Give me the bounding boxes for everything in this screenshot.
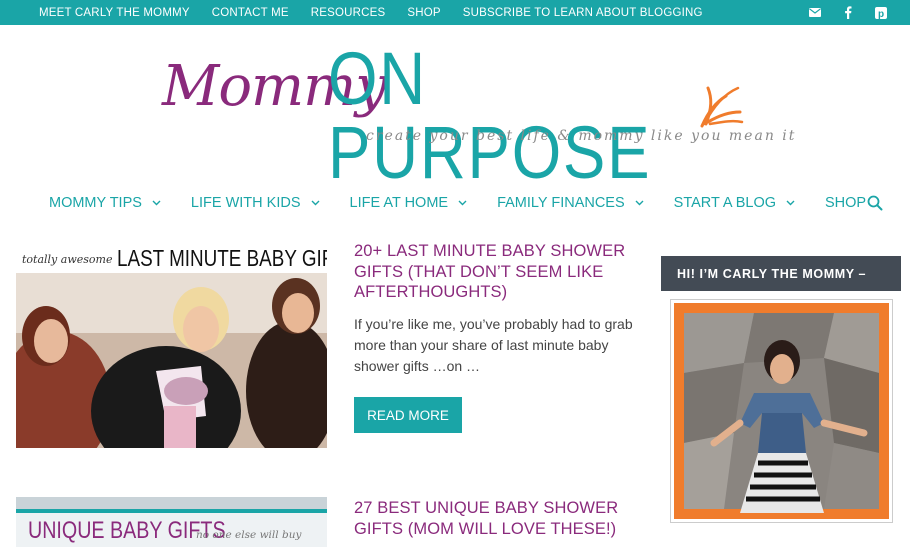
- post-thumbnail[interactable]: totally awesome LAST MINUTE BABY GIFTS: [16, 241, 327, 448]
- chevron-down-icon: [311, 200, 320, 206]
- post-title[interactable]: 20+ LAST MINUTE BABY SHOWER GIFTS (THAT …: [354, 241, 644, 303]
- top-nav-meet-carly[interactable]: MEET CARLY THE MOMMY: [39, 7, 190, 19]
- top-nav: MEET CARLY THE MOMMY CONTACT ME RESOURCE…: [39, 0, 703, 25]
- logo-main-text: ON PURPOSE: [328, 37, 652, 194]
- logo-tagline: create your best life & mommy like you m…: [366, 128, 797, 144]
- nav-label: LIFE WITH KIDS: [190, 195, 301, 211]
- nav-shop[interactable]: SHOP: [825, 195, 866, 211]
- post-thumbnail[interactable]: UNIQUE BABY GIFTS no one else will buy: [16, 497, 327, 547]
- social-links: p: [808, 0, 888, 25]
- nav-label: FAMILY FINANCES: [497, 195, 625, 211]
- post-thumbnail-art: [16, 241, 327, 448]
- pinterest-icon[interactable]: p: [874, 6, 888, 20]
- nav-life-at-home[interactable]: LIFE AT HOME: [350, 195, 468, 211]
- nav-label: LIFE AT HOME: [349, 195, 449, 211]
- post-title[interactable]: 27 BEST UNIQUE BABY SHOWER GIFTS (MOM WI…: [354, 498, 644, 539]
- top-nav-contact[interactable]: CONTACT ME: [212, 7, 289, 19]
- nav-label: MOMMY TIPS: [49, 195, 142, 211]
- top-nav-resources[interactable]: RESOURCES: [311, 7, 386, 19]
- chevron-down-icon: [635, 200, 644, 206]
- thumbnail-big-text: LAST MINUTE BABY GIFTS: [117, 245, 327, 271]
- svg-text:p: p: [878, 9, 884, 19]
- site-logo[interactable]: Mommy ON PURPOSE create your best life &…: [158, 42, 794, 190]
- read-more-button[interactable]: READ MORE: [354, 397, 462, 433]
- chevron-down-icon: [786, 200, 795, 206]
- leaf-accent-icon: [700, 86, 744, 128]
- author-photo[interactable]: [670, 299, 893, 523]
- top-nav-shop[interactable]: SHOP: [407, 7, 440, 19]
- email-icon[interactable]: [808, 6, 822, 20]
- sidebar-widget-title: HI! I’M CARLY THE MOMMY –: [661, 256, 901, 291]
- thumbnail-small-text: totally awesome: [22, 253, 113, 266]
- nav-label: START A BLOG: [673, 195, 777, 211]
- nav-mommy-tips[interactable]: MOMMY TIPS: [49, 195, 161, 211]
- top-nav-subscribe[interactable]: SUBSCRIBE TO LEARN ABOUT BLOGGING: [463, 7, 703, 19]
- nav-family-finances[interactable]: FAMILY FINANCES: [497, 195, 644, 211]
- nav-life-with-kids[interactable]: LIFE WITH KIDS: [191, 195, 320, 211]
- search-icon[interactable]: [867, 195, 883, 216]
- thumbnail-small-text: no one else will buy: [196, 529, 302, 541]
- main-nav: MOMMY TIPS LIFE WITH KIDS LIFE AT HOME F…: [49, 192, 896, 214]
- nav-label: SHOP: [825, 195, 867, 211]
- top-bar: MEET CARLY THE MOMMY CONTACT ME RESOURCE…: [0, 0, 910, 25]
- chevron-down-icon: [152, 200, 161, 206]
- facebook-icon[interactable]: [841, 6, 855, 20]
- chevron-down-icon: [458, 200, 467, 206]
- author-photo-art: [674, 303, 889, 519]
- nav-start-a-blog[interactable]: START A BLOG: [674, 195, 795, 211]
- post-excerpt: If you’re like me, you’ve probably had t…: [354, 316, 633, 374]
